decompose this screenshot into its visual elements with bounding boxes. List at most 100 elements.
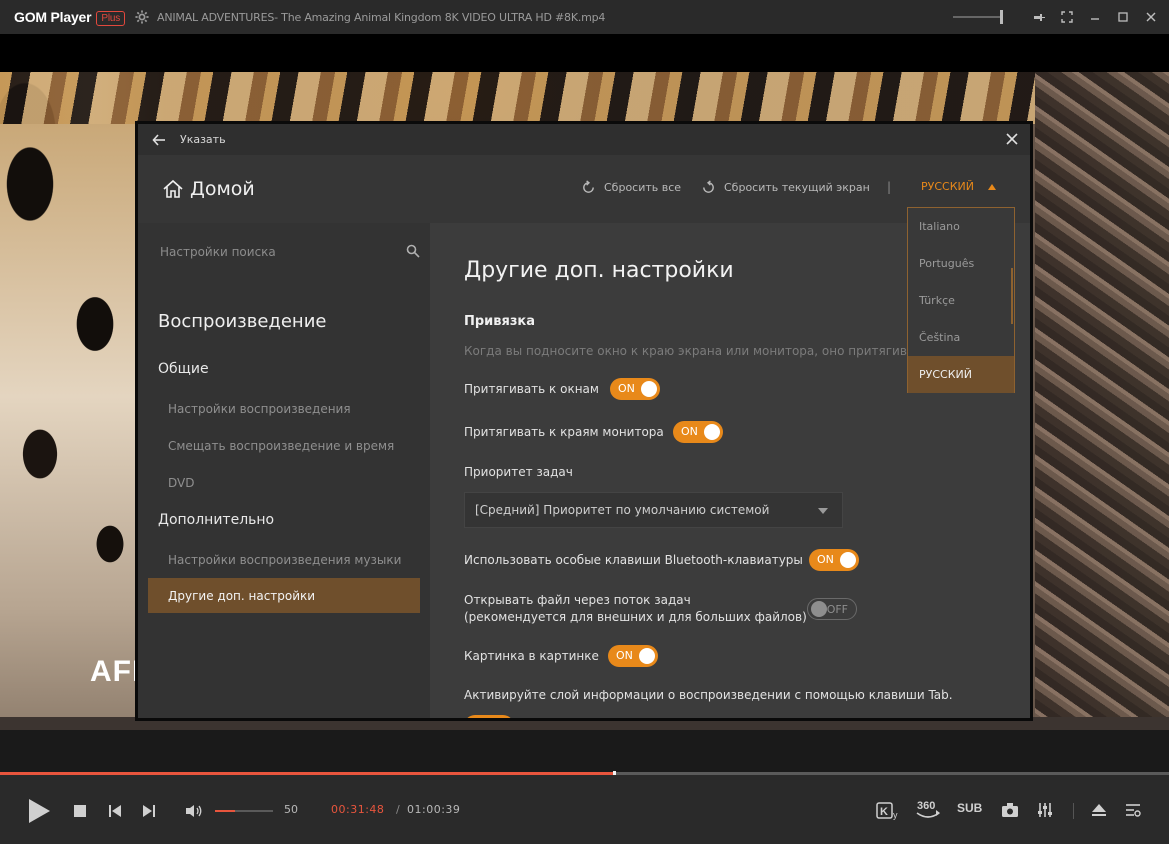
- window-controls: [953, 0, 1169, 34]
- minimize-button[interactable]: [1081, 0, 1109, 34]
- sidebar-item-other-settings[interactable]: Другие доп. настройки: [148, 578, 420, 613]
- previous-button[interactable]: [107, 803, 123, 819]
- close-window-button[interactable]: [1137, 0, 1165, 34]
- screenshot-button[interactable]: [1000, 801, 1020, 819]
- language-option-russian[interactable]: РУССКИЙ: [908, 356, 1014, 393]
- equalizer-icon: [1038, 803, 1052, 817]
- sidebar-item-music-settings[interactable]: Настройки воспроизведения музыки: [168, 553, 401, 567]
- video-fur-left: [0, 124, 137, 730]
- language-option-portugues[interactable]: Português: [908, 245, 1014, 282]
- home-label: Домой: [190, 178, 255, 200]
- option-bt-keys-label: Использовать особые клавиши Bluetooth-кл…: [464, 553, 803, 567]
- language-dropdown: Italiano Português Türkçe Čeština РУССКИ…: [907, 207, 1015, 393]
- volume-slider[interactable]: [215, 810, 273, 812]
- sidebar-group-advanced[interactable]: Дополнительно: [158, 512, 274, 528]
- reset-all-button[interactable]: Сбросить все: [581, 180, 681, 195]
- language-option-italiano[interactable]: Italiano: [908, 208, 1014, 245]
- language-option-cestina[interactable]: Čeština: [908, 319, 1014, 356]
- pip-toggle[interactable]: ON: [608, 645, 658, 667]
- section-heading-snap: Привязка: [464, 314, 536, 329]
- reset-current-button[interactable]: Сбросить текущий экран: [701, 180, 870, 195]
- back-arrow-icon[interactable]: [152, 133, 166, 147]
- reset-current-label: Сбросить текущий экран: [724, 181, 870, 194]
- toggle-knob: [840, 552, 856, 568]
- toolbar-separator: |: [887, 180, 892, 194]
- open-thread-toggle[interactable]: OFF: [807, 598, 857, 620]
- toggle-knob: [811, 601, 827, 617]
- sidebar-item-playback-settings[interactable]: Настройки воспроизведения: [168, 402, 351, 416]
- pin-button[interactable]: [1025, 0, 1053, 34]
- mute-button[interactable]: [184, 803, 204, 819]
- dialog-toolbar: Домой Сбросить все Сбросить текущий экра…: [138, 155, 1030, 223]
- home-button[interactable]: Домой: [162, 178, 255, 200]
- close-icon: [1146, 12, 1156, 22]
- camera-icon: [1002, 803, 1018, 817]
- dropdown-scrollbar[interactable]: [1011, 268, 1013, 324]
- search-icon[interactable]: [406, 244, 420, 258]
- opacity-slider-knob[interactable]: [1000, 10, 1003, 24]
- opacity-slider[interactable]: [953, 10, 1003, 24]
- home-icon: [163, 179, 183, 198]
- option-snap-windows-label: Притягивать к окнам: [464, 382, 599, 396]
- title-bar: GOM Player Plus ANIMAL ADVENTURES- The Am…: [0, 0, 1169, 34]
- snap-monitor-toggle[interactable]: ON: [673, 421, 723, 443]
- sidebar-item-shift-playback[interactable]: Смещать воспроизведение и время: [168, 439, 394, 453]
- vr-360-button[interactable]: 360: [914, 797, 942, 823]
- caret-up-icon: [987, 183, 996, 190]
- keyboard-button[interactable]: Ky: [876, 800, 902, 822]
- close-icon[interactable]: [1006, 133, 1018, 145]
- subtitle-button[interactable]: SUB: [957, 801, 982, 815]
- equalizer-button[interactable]: [1036, 801, 1054, 819]
- gom-player-window: GOM Player Plus ANIMAL ADVENTURES- The Am…: [0, 0, 1169, 844]
- dialog-title: Указать: [180, 133, 226, 146]
- video-bark: [1035, 72, 1169, 730]
- eject-button[interactable]: [1090, 802, 1108, 818]
- app-logo[interactable]: GOM Player Plus: [14, 9, 126, 26]
- option-open-thread-label: Открывать файл через поток задач: [464, 593, 691, 607]
- chevron-down-icon: [818, 508, 828, 514]
- priority-select-value: [Средний] Приоритет по умолчанию системо…: [475, 503, 770, 517]
- bt-keys-toggle[interactable]: ON: [809, 549, 859, 571]
- snap-windows-toggle[interactable]: ON: [610, 378, 660, 400]
- video-fur-top: [0, 72, 1035, 124]
- priority-select[interactable]: [Средний] Приоритет по умолчанию системо…: [464, 492, 843, 528]
- pin-icon: [1034, 14, 1045, 21]
- sidebar-heading-playback[interactable]: Воспроизведение: [158, 311, 326, 332]
- settings-dialog: Указать Домой Сбросить все Сбросить теку…: [135, 121, 1033, 721]
- tab-info-toggle[interactable]: [464, 715, 514, 721]
- language-option-turkce[interactable]: Türkçe: [908, 282, 1014, 319]
- page-title: Другие доп. настройки: [464, 258, 734, 283]
- toggle-state: ON: [618, 382, 635, 395]
- language-label: РУССКИЙ: [921, 180, 974, 193]
- volume-slider-fill: [215, 810, 236, 812]
- sidebar-item-dvd[interactable]: DVD: [168, 476, 194, 490]
- option-priority-label: Приоритет задач: [464, 465, 573, 479]
- vr-360-label: 360: [917, 800, 935, 812]
- language-selector[interactable]: РУССКИЙ: [921, 180, 996, 193]
- control-bar: 50 00:31:48 / 01:00:39 Ky 360 SUB: [0, 730, 1169, 844]
- playback-controls: 50 00:31:48 / 01:00:39 Ky 360 SUB: [0, 775, 1169, 844]
- speaker-icon: [186, 805, 202, 817]
- compact-mode-button[interactable]: [1053, 0, 1081, 34]
- playlist-button[interactable]: [1124, 802, 1142, 818]
- sidebar-group-general[interactable]: Общие: [158, 361, 209, 377]
- time-separator: /: [396, 803, 400, 816]
- minimize-icon: [1091, 18, 1099, 20]
- toggle-state: ON: [817, 553, 834, 566]
- toggle-knob: [641, 381, 657, 397]
- maximize-button[interactable]: [1109, 0, 1137, 34]
- svg-text:y: y: [893, 810, 898, 820]
- playlist-icon: [1126, 804, 1141, 817]
- toggle-state: ON: [681, 425, 698, 438]
- next-button[interactable]: [141, 803, 157, 819]
- settings-search-input[interactable]: Настройки поиска: [150, 237, 422, 267]
- logo-plus-badge: Plus: [96, 10, 126, 26]
- controls-separator: [1073, 803, 1074, 819]
- toggle-knob: [495, 718, 511, 721]
- total-time: 01:00:39: [407, 803, 461, 816]
- gear-icon[interactable]: [135, 10, 149, 24]
- stop-button[interactable]: [73, 804, 87, 818]
- play-button[interactable]: [26, 797, 52, 825]
- maximize-icon: [1118, 12, 1128, 22]
- toggle-state: OFF: [826, 603, 848, 616]
